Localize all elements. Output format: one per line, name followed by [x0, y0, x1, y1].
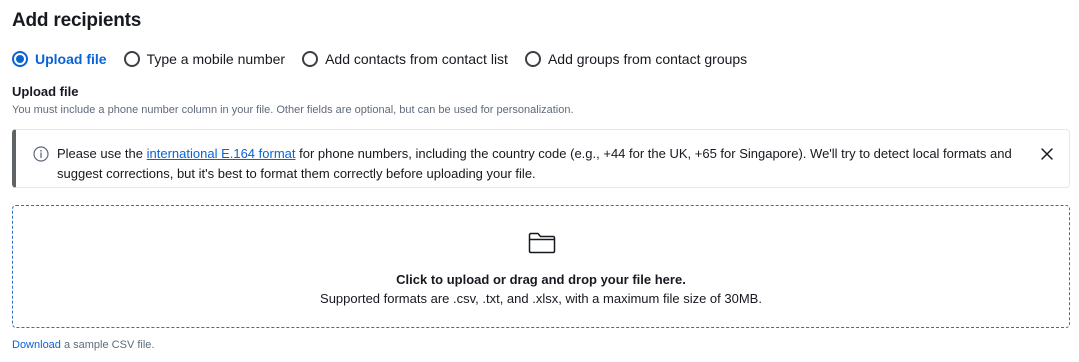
recipient-method-radio-group: Upload file Type a mobile number Add con… [12, 49, 764, 69]
radio-label[interactable]: Type a mobile number [147, 51, 286, 67]
radio-unselected-icon[interactable] [123, 51, 140, 67]
sample-download-note: Download a sample CSV file. [12, 339, 154, 351]
close-icon[interactable] [1039, 146, 1055, 162]
radio-label[interactable]: Add contacts from contact list [325, 51, 508, 67]
upload-section-description: You must include a phone number column i… [12, 104, 574, 116]
dropzone-secondary-text: Supported formats are .csv, .txt, and .x… [320, 291, 762, 306]
upload-section-title: Upload file [12, 84, 79, 99]
radio-add-groups[interactable]: Add groups from contact groups [524, 51, 747, 67]
radio-type-mobile-number[interactable]: Type a mobile number [123, 51, 286, 67]
alert-message: Please use the international E.164 forma… [57, 144, 1017, 184]
e164-format-link[interactable]: international E.164 format [147, 146, 296, 161]
dropzone-primary-text: Click to upload or drag and drop your fi… [396, 272, 686, 287]
radio-selected-icon[interactable] [12, 51, 28, 67]
page-title: Add recipients [12, 10, 142, 31]
radio-upload-file[interactable]: Upload file [12, 51, 107, 67]
radio-label[interactable]: Add groups from contact groups [548, 51, 747, 67]
radio-label[interactable]: Upload file [35, 51, 107, 67]
sample-download-text: a sample CSV file. [60, 339, 155, 351]
info-alert: Please use the international E.164 forma… [12, 129, 1070, 188]
folder-icon [528, 232, 556, 254]
radio-unselected-icon[interactable] [524, 51, 541, 67]
radio-unselected-icon[interactable] [302, 51, 319, 67]
radio-add-contacts[interactable]: Add contacts from contact list [302, 51, 508, 67]
download-sample-link[interactable]: Download [12, 339, 61, 351]
file-dropzone[interactable]: Click to upload or drag and drop your fi… [12, 205, 1070, 328]
alert-text-before: Please use the [57, 146, 147, 161]
info-icon [33, 146, 49, 162]
